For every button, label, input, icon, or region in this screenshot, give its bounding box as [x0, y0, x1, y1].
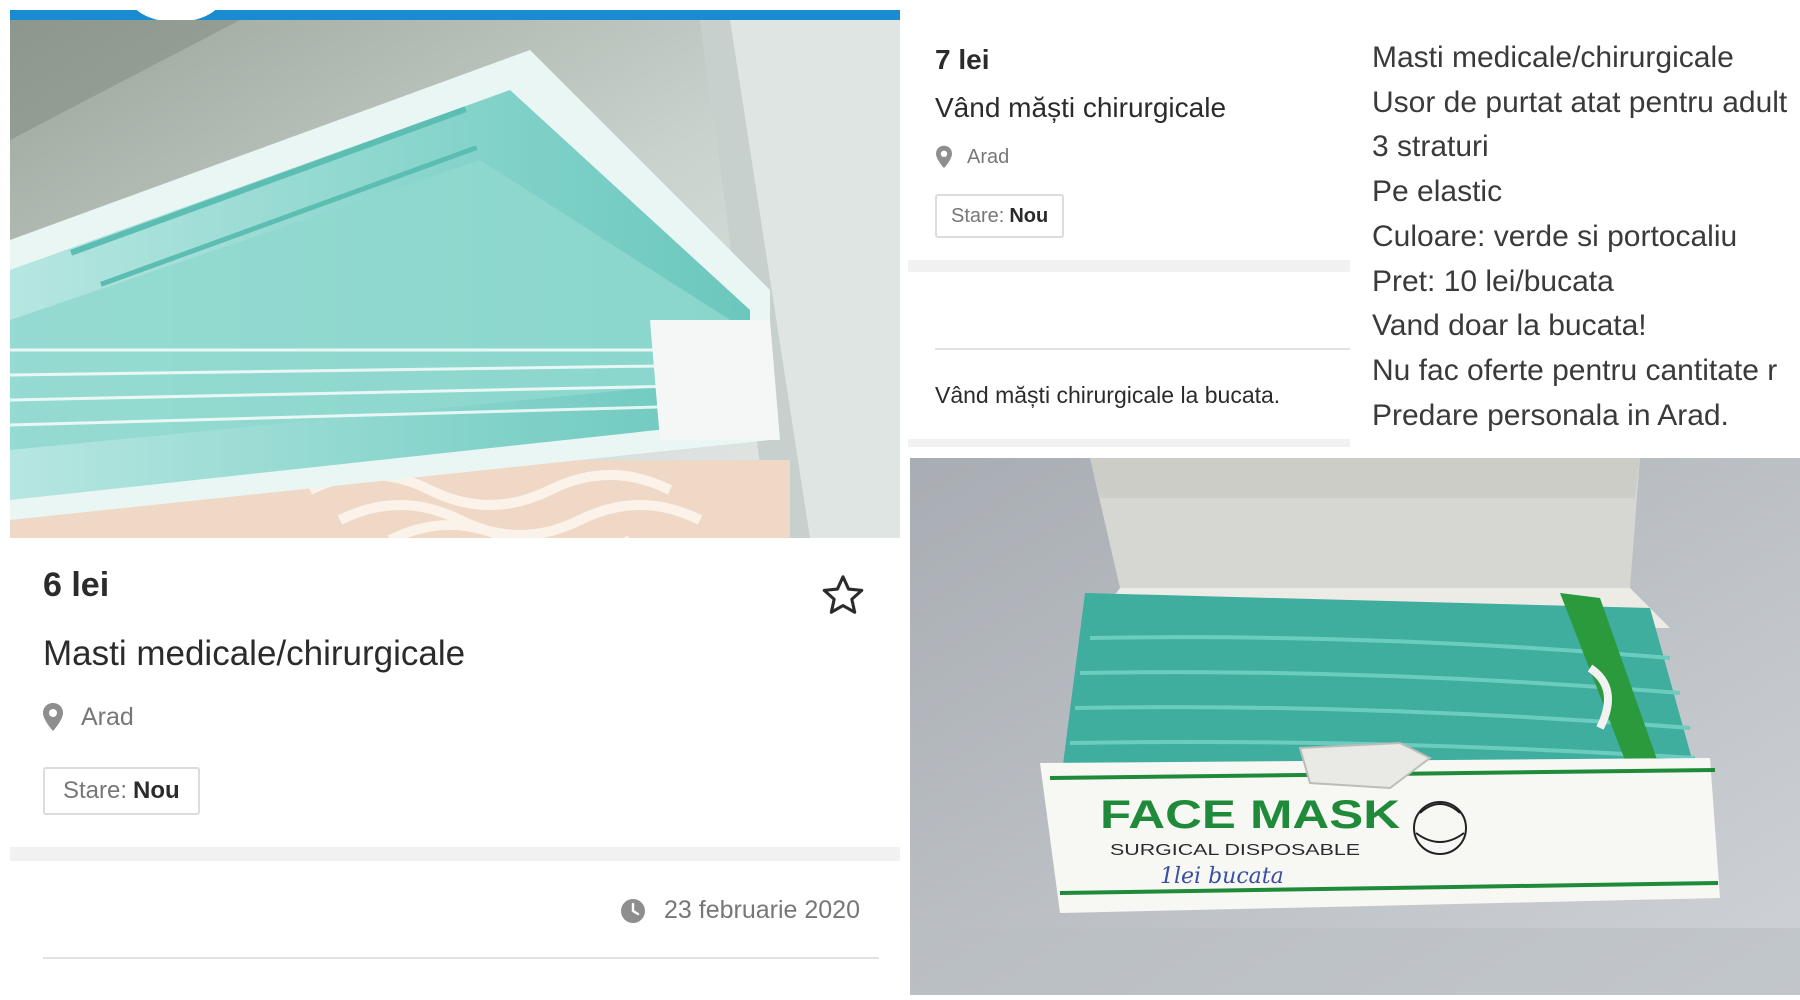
listing-title[interactable]: Masti medicale/chirurgicale	[43, 634, 465, 674]
listing-title-2[interactable]: Vând măști chirurgicale	[935, 92, 1226, 124]
location-pin-icon	[42, 702, 64, 732]
left-listing-card: 6 lei Masti medicale/chirurgicale Arad S…	[10, 0, 900, 1000]
description-line: Pret: 10 lei/bucata	[1372, 264, 1614, 298]
listing-description: Vând măști chirurgicale la bucata.	[935, 382, 1281, 408]
condition-value: Nou	[133, 777, 180, 804]
listing-photo[interactable]	[10, 20, 900, 538]
star-icon[interactable]	[820, 572, 866, 618]
description-line: Vand doar la bucata!	[1372, 309, 1647, 343]
listing-date: 23 februarie 2020	[664, 896, 860, 924]
section-divider	[10, 847, 900, 861]
description-line: Usor de purtat atat pentru adult	[1372, 85, 1788, 119]
condition-label: Stare:	[63, 777, 128, 804]
condition-badge: Stare: Nou	[43, 767, 200, 815]
box-title: FACE MASK	[1100, 793, 1400, 837]
section-divider	[908, 260, 1350, 272]
section-divider	[908, 439, 1350, 447]
listing-price-2: 7 lei	[935, 44, 990, 75]
listing-price: 6 lei	[43, 566, 110, 604]
description-line: Predare personala in Arad.	[1372, 398, 1729, 432]
condition-value: Nou	[1009, 204, 1049, 227]
box-subtitle: SURGICAL DISPOSABLE	[1110, 842, 1360, 859]
description-line: Nu fac oferte pentru cantitate r	[1372, 353, 1778, 387]
clock-icon	[620, 898, 646, 924]
listing-location: Arad	[81, 703, 134, 731]
location-pin-icon	[935, 145, 953, 169]
listing-location-2: Arad	[967, 146, 1010, 168]
description-line: Pe elastic	[1372, 175, 1503, 209]
box-photo[interactable]: FACE MASK SURGICAL DISPOSABLE 1lei bucat…	[910, 458, 1800, 995]
description-rule	[935, 348, 1350, 350]
description-line: 3 straturi	[1372, 130, 1489, 164]
box-handwriting: 1lei bucata	[1160, 864, 1284, 889]
condition-label: Stare:	[951, 204, 1005, 227]
condition-badge-2: Stare: Nou	[935, 194, 1065, 238]
description-text-block: Masti medicale/chirurgicale Usor de purt…	[1372, 36, 1800, 446]
description-line: Masti medicale/chirurgicale	[1372, 41, 1734, 74]
description-line: Culoare: verde si portocaliu	[1372, 219, 1738, 253]
bottom-rule	[43, 957, 879, 959]
